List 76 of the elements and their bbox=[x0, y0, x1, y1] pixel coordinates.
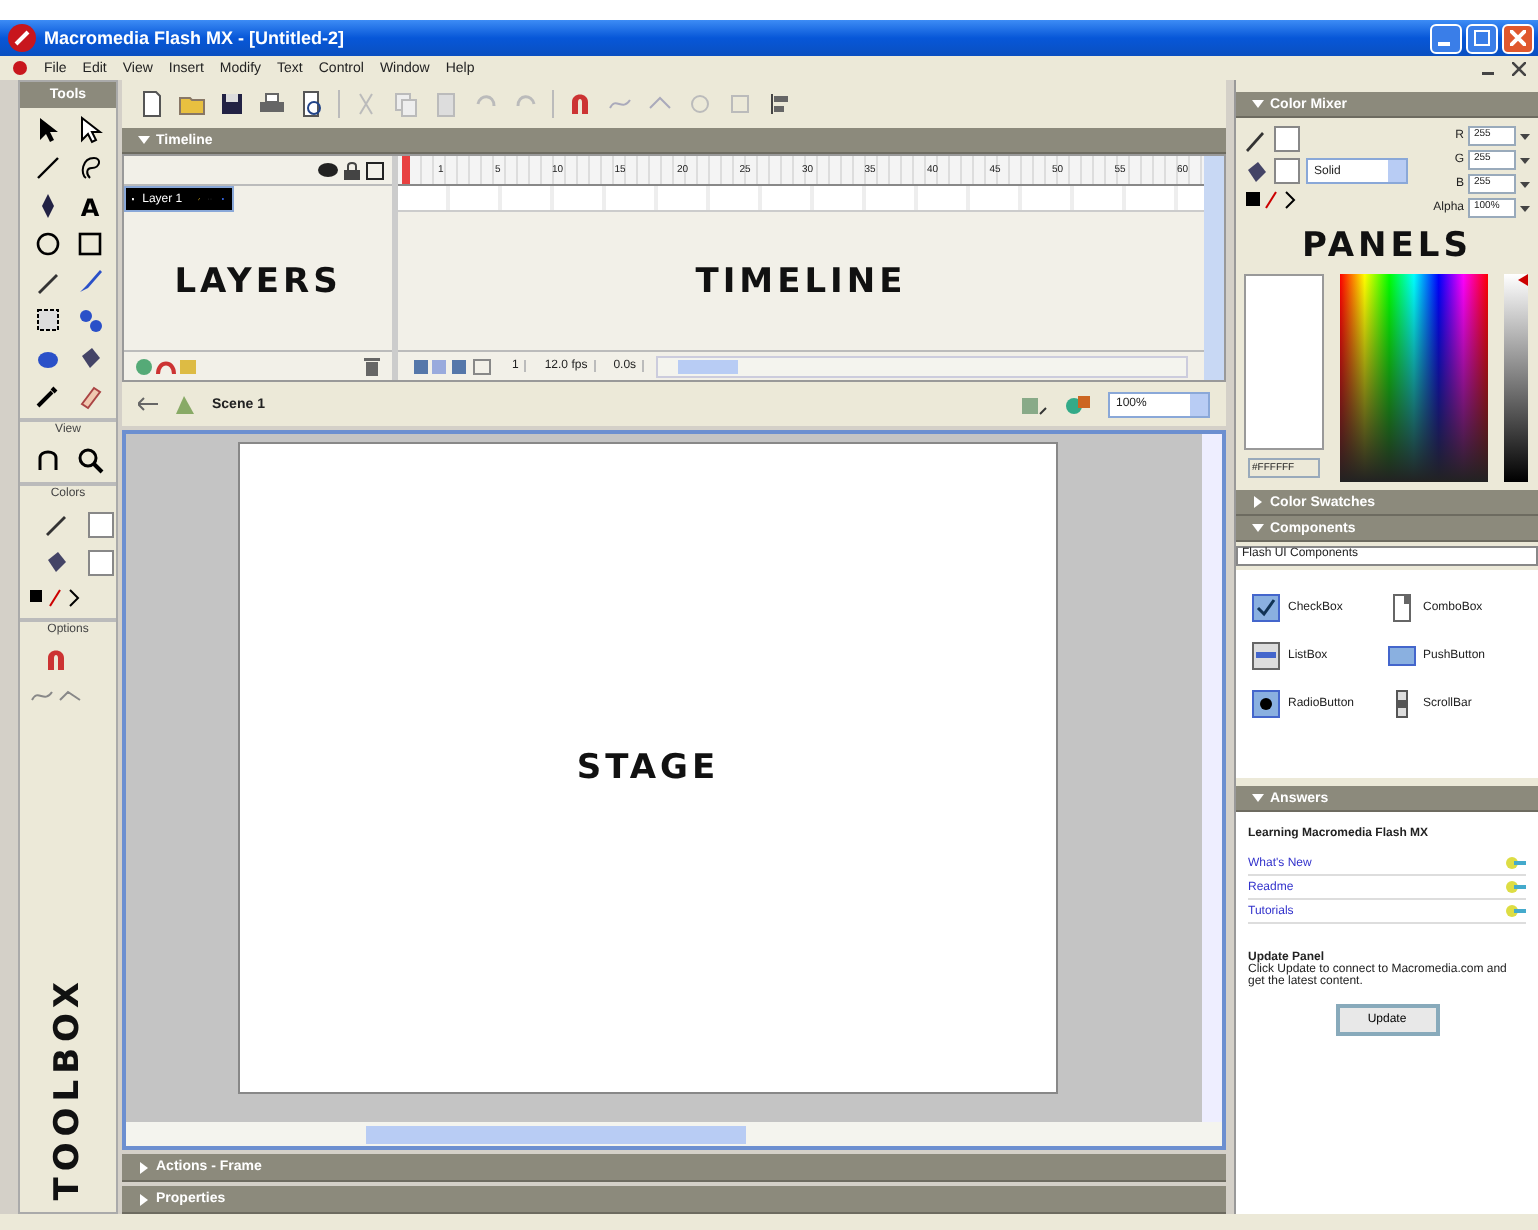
expand-arrow-icon[interactable] bbox=[1252, 496, 1264, 508]
new-document-icon[interactable] bbox=[138, 90, 166, 118]
maximize-icon bbox=[1474, 30, 1490, 46]
minimize-button[interactable] bbox=[1430, 23, 1462, 53]
subselect-tool-icon[interactable] bbox=[75, 116, 103, 144]
print-preview-icon[interactable] bbox=[298, 90, 326, 118]
pushbutton-component-icon bbox=[1387, 642, 1415, 670]
document-icon bbox=[12, 60, 28, 76]
oval-tool-icon[interactable] bbox=[33, 230, 61, 258]
free-transform-tool-icon[interactable] bbox=[33, 306, 61, 334]
color-swap-icon[interactable] bbox=[28, 586, 84, 610]
magnet-icon[interactable] bbox=[566, 90, 594, 118]
eye-icon[interactable] bbox=[318, 162, 338, 178]
fill-color-swatch[interactable] bbox=[1274, 158, 1300, 184]
dropdown-arrow-icon[interactable] bbox=[1520, 131, 1530, 141]
fill-transform-tool-icon[interactable] bbox=[75, 306, 103, 334]
color-swap-icon[interactable] bbox=[1244, 190, 1300, 210]
expand-arrow-icon[interactable] bbox=[1252, 522, 1264, 534]
expand-arrow-icon[interactable] bbox=[138, 134, 150, 146]
pencil-icon bbox=[1244, 127, 1268, 151]
magnet-icon[interactable] bbox=[42, 646, 70, 674]
dropdown-arrow-icon[interactable] bbox=[1520, 155, 1530, 165]
expand-arrow-icon[interactable] bbox=[138, 1161, 150, 1173]
onion-skin-icon[interactable] bbox=[414, 357, 494, 375]
horizontal-scrollbar[interactable] bbox=[656, 355, 1188, 377]
align-icon[interactable] bbox=[766, 90, 794, 118]
lock-icon[interactable] bbox=[344, 161, 360, 179]
maximize-button[interactable] bbox=[1466, 23, 1498, 53]
paint-bucket-icon bbox=[42, 548, 70, 576]
brightness-slider[interactable] bbox=[1504, 274, 1528, 482]
stroke-color-swatch[interactable] bbox=[1274, 126, 1300, 152]
paint-bucket-icon bbox=[1244, 159, 1268, 183]
stroke-color-swatch[interactable] bbox=[88, 511, 114, 537]
expand-arrow-icon[interactable] bbox=[1252, 98, 1264, 110]
line-tool-icon[interactable] bbox=[33, 154, 61, 182]
pencil-tool-icon[interactable] bbox=[33, 268, 61, 296]
zoom-icon[interactable] bbox=[75, 446, 103, 474]
outline-icon[interactable] bbox=[366, 161, 384, 179]
vertical-scrollbar[interactable] bbox=[1204, 156, 1224, 380]
dropdown-arrow-icon[interactable] bbox=[1520, 203, 1530, 213]
checkbox-component-icon bbox=[1252, 594, 1280, 622]
close-icon[interactable] bbox=[1512, 61, 1526, 75]
fill-color-swatch[interactable] bbox=[88, 549, 114, 575]
printer-icon[interactable] bbox=[258, 90, 286, 118]
rectangle-tool-icon[interactable] bbox=[75, 230, 103, 258]
panels-annotation: PANELS bbox=[1300, 226, 1474, 266]
scene-icon bbox=[174, 393, 196, 415]
flash-logo-icon bbox=[8, 24, 36, 52]
close-button[interactable] bbox=[1502, 23, 1534, 53]
window-title: Macromedia Flash MX - [Untitled-2] bbox=[44, 28, 345, 48]
slider-thumb[interactable] bbox=[1518, 274, 1528, 286]
color-spectrum[interactable] bbox=[1340, 274, 1488, 482]
dropdown-arrow-icon[interactable] bbox=[1520, 179, 1530, 189]
close-icon bbox=[1510, 30, 1526, 46]
shapes-icon[interactable] bbox=[1064, 392, 1092, 416]
edit-symbol-icon[interactable] bbox=[1020, 392, 1048, 416]
text-tool-icon[interactable]: A bbox=[75, 192, 103, 220]
eyedropper-tool-icon[interactable] bbox=[33, 382, 61, 410]
toolbox-annotation: TOOLBOX bbox=[48, 973, 88, 1205]
hand-tool-icon[interactable] bbox=[33, 446, 61, 474]
layers-annotation: LAYERS bbox=[172, 259, 344, 305]
expand-arrow-icon[interactable] bbox=[138, 1193, 150, 1205]
pencil-icon bbox=[42, 510, 70, 538]
add-layer-icon[interactable] bbox=[136, 357, 196, 375]
radiobutton-component-icon bbox=[1252, 690, 1280, 718]
clipboard-icon[interactable] bbox=[432, 90, 460, 118]
vertical-scrollbar[interactable] bbox=[1202, 434, 1222, 1122]
back-arrow-icon[interactable] bbox=[138, 396, 158, 412]
timeline-annotation: TIMELINE bbox=[693, 259, 909, 305]
horizontal-scrollbar[interactable] bbox=[126, 1122, 1222, 1146]
listbox-component-icon bbox=[1252, 642, 1280, 670]
combobox-component-icon bbox=[1387, 594, 1415, 622]
trash-icon[interactable] bbox=[364, 357, 380, 375]
eraser-tool-icon[interactable] bbox=[75, 382, 103, 410]
expand-arrow-icon[interactable] bbox=[1252, 792, 1264, 804]
stage-annotation: STAGE bbox=[576, 748, 720, 788]
